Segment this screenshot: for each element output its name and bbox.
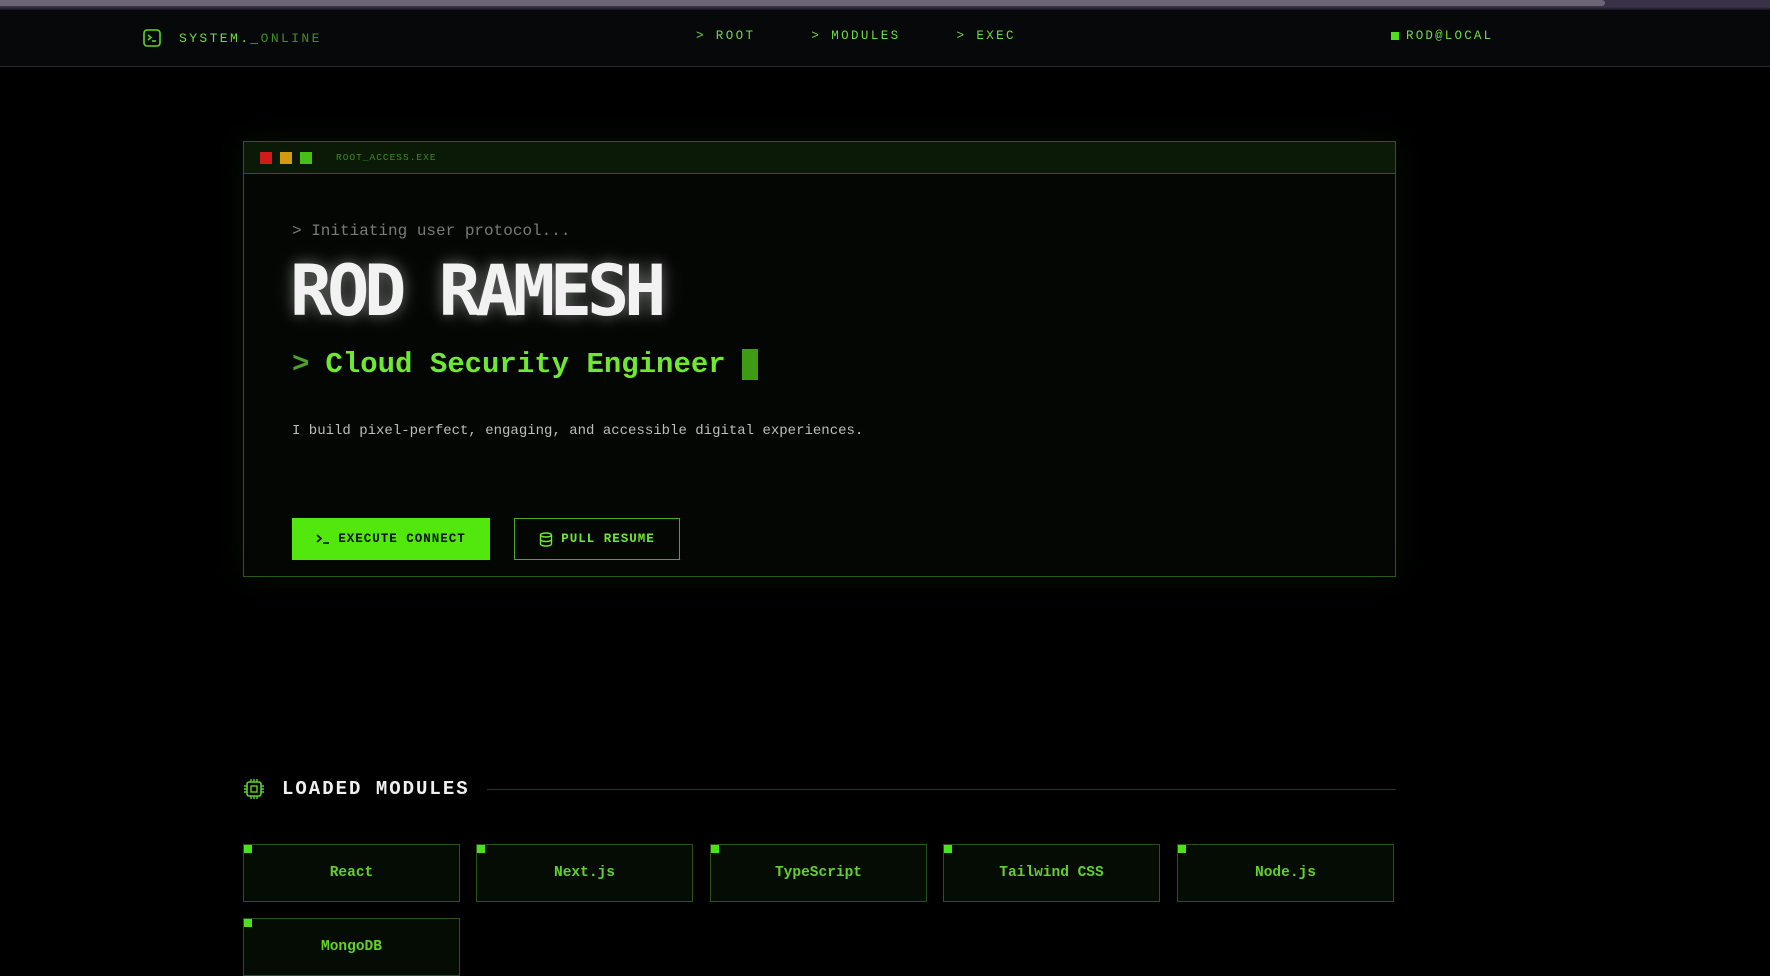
- module-corner-marker: [244, 845, 252, 853]
- database-icon: [540, 531, 553, 547]
- module-card-nextjs[interactable]: Next.js: [476, 844, 693, 902]
- modules-header: LOADED MODULES: [243, 776, 1396, 802]
- pull-resume-button[interactable]: PULL RESUME: [514, 518, 680, 560]
- module-corner-marker: [244, 919, 252, 927]
- brand-text: SYSTEM._ONLINE: [179, 31, 322, 46]
- module-card-typescript[interactable]: TypeScript: [710, 844, 927, 902]
- module-corner-marker: [944, 845, 952, 853]
- init-line: > Initiating user protocol...: [292, 222, 571, 240]
- role-line: > Cloud Security Engineer: [292, 348, 758, 381]
- scrollbar-thumb[interactable]: [0, 0, 1605, 6]
- top-nav: SYSTEM._ONLINE > ROOT > MODULES > EXEC R…: [0, 10, 1770, 67]
- brand-prefix: SYSTEM._: [179, 30, 261, 46]
- module-label: React: [329, 865, 374, 881]
- window-title: ROOT_ACCESS.EXE: [336, 152, 437, 163]
- user-label: ROD@LOCAL: [1406, 29, 1494, 43]
- brand-status: ONLINE: [260, 30, 322, 46]
- module-card-nodejs[interactable]: Node.js: [1177, 844, 1394, 902]
- module-label: Next.js: [554, 865, 615, 881]
- nav-link-modules[interactable]: > MODULES: [811, 29, 900, 43]
- terminal-square-icon: [143, 29, 161, 47]
- status-indicator-icon: [1391, 32, 1399, 40]
- hero-description: I build pixel-perfect, engaging, and acc…: [292, 423, 864, 439]
- nav-link-exec[interactable]: > EXEC: [957, 29, 1016, 43]
- hero-name: ROD RAMESH: [290, 250, 666, 332]
- terminal-prompt-icon: [316, 534, 330, 544]
- module-corner-marker: [477, 845, 485, 853]
- modules-title: LOADED MODULES: [282, 778, 470, 800]
- modules-divider: [486, 788, 1396, 790]
- module-corner-marker: [711, 845, 719, 853]
- terminal-title-bar: ROOT_ACCESS.EXE: [244, 142, 1395, 174]
- nav-links: > ROOT > MODULES > EXEC: [696, 29, 1016, 43]
- cpu-chip-icon: [244, 779, 264, 799]
- window-maximize-dot: [300, 151, 312, 164]
- pull-resume-label: PULL RESUME: [561, 532, 655, 546]
- role-title: Cloud Security Engineer: [325, 348, 726, 381]
- module-label: Node.js: [1255, 865, 1316, 881]
- module-label: Tailwind CSS: [999, 865, 1104, 881]
- browser-scrollbar[interactable]: [0, 0, 1770, 10]
- execute-connect-label: EXECUTE CONNECT: [338, 532, 466, 546]
- window-minimize-dot: [280, 151, 292, 164]
- brand[interactable]: SYSTEM._ONLINE: [143, 28, 322, 48]
- execute-connect-button[interactable]: EXECUTE CONNECT: [292, 518, 490, 560]
- module-card-tailwind[interactable]: Tailwind CSS: [943, 844, 1160, 902]
- module-label: TypeScript: [774, 865, 862, 881]
- module-card-react[interactable]: React: [243, 844, 460, 902]
- module-corner-marker: [1178, 845, 1186, 853]
- user-indicator: ROD@LOCAL: [1391, 29, 1493, 43]
- terminal-window: ROOT_ACCESS.EXE > Initiating user protoc…: [243, 141, 1396, 577]
- module-card-mongodb[interactable]: MongoDB: [243, 918, 460, 976]
- blinking-cursor: [741, 349, 758, 380]
- module-label: MongoDB: [321, 939, 382, 955]
- window-close-dot: [260, 151, 272, 164]
- role-prompt: >: [292, 348, 310, 381]
- nav-link-root[interactable]: > ROOT: [696, 29, 755, 43]
